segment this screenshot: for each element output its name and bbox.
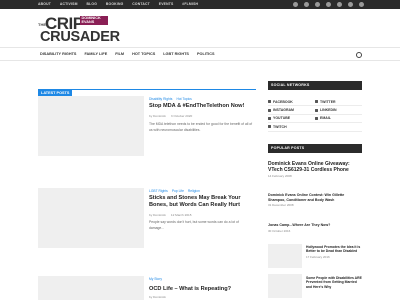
post-card: Disability Rights Hot Topics Stop MDA & … xyxy=(38,96,256,156)
post-card: My Story OCD Life – What is Repeating? b… xyxy=(38,276,256,300)
social-twitch[interactable]: TWITCH xyxy=(268,123,315,130)
social-label: YOUTUBE xyxy=(273,116,291,121)
linkedin-icon xyxy=(315,108,318,112)
email-icon xyxy=(315,116,318,120)
popular-post-item: Hollywood Promotes the Idea it is Better… xyxy=(306,245,362,259)
post-title[interactable]: OCD Life – What is Repeating? xyxy=(149,286,254,293)
top-nav-booking[interactable]: BOOKING xyxy=(101,0,127,9)
social-networks-label: SOCIAL NETWORKS xyxy=(271,83,310,87)
popular-post-title[interactable]: Some People with Disabilities ARE Preven… xyxy=(306,276,362,289)
post-category[interactable]: Pop Life xyxy=(172,189,184,193)
nav-film[interactable]: FILM xyxy=(111,48,128,61)
popular-post-item: Some People with Disabilities ARE Preven… xyxy=(306,276,362,289)
post-category[interactable]: LGBT Rights xyxy=(149,189,168,193)
nav-hot-topics[interactable]: HOT TOPICS xyxy=(128,48,159,61)
nav-politics[interactable]: POLITICS xyxy=(193,48,219,61)
top-nav: ABOUT ACTIVISM BLOG BOOKING CONTACT EVEN… xyxy=(38,0,203,9)
facebook-icon[interactable] xyxy=(293,2,298,7)
twitter-icon xyxy=(315,100,318,104)
top-nav-blog[interactable]: BLOG xyxy=(82,0,101,9)
search-icon[interactable] xyxy=(356,51,362,58)
post-date: 3 October 2020 xyxy=(170,114,193,118)
instagram-icon[interactable] xyxy=(315,2,320,7)
popular-post-title[interactable]: Dominick Evans Online Contest: Win Gille… xyxy=(268,193,362,202)
main-nav: DISABILITY RIGHTS FAMILY LIFE FILM HOT T… xyxy=(0,47,400,61)
social-label: TWITTER xyxy=(320,99,336,104)
post-card: LGBT Rights Pop Life Religion Sticks and… xyxy=(38,188,256,248)
post-date: 12 March 2015 xyxy=(170,213,192,217)
facebook-icon xyxy=(268,100,271,104)
social-networks-list: FACEBOOK TWITTER INSTAGRAM LINKEDIN YOUT… xyxy=(268,98,362,132)
social-networks-heading: SOCIAL NETWORKS xyxy=(268,81,362,90)
popular-post-featured: Dominick Evans Online Giveaway: VTech CS… xyxy=(268,161,362,178)
linkedin-icon[interactable] xyxy=(337,2,342,7)
popular-post-date: 30 October 2016 xyxy=(268,228,291,233)
popular-post-title[interactable]: Dominick Evans Online Giveaway: VTech CS… xyxy=(268,161,362,173)
post-category[interactable]: My Story xyxy=(149,277,162,281)
popular-post-thumbnail[interactable] xyxy=(268,274,302,298)
post-category[interactable]: Disability Rights xyxy=(149,97,172,101)
top-nav-flmish[interactable]: #FLMISH xyxy=(178,0,203,9)
email-icon[interactable] xyxy=(348,2,353,7)
post-title[interactable]: Stop MDA & #EndTheTelethon Now! xyxy=(149,103,254,110)
popular-post-title[interactable]: Jonas Camp...Where Are They Now? xyxy=(268,223,362,228)
popular-post-date: 14 February 2008 xyxy=(268,174,292,178)
post-excerpt: The MDA telethon needs to be ended for g… xyxy=(149,122,253,132)
social-facebook[interactable]: FACEBOOK xyxy=(268,98,315,105)
top-nav-contact[interactable]: CONTACT xyxy=(128,0,155,9)
popular-posts-label: POPULAR POSTS xyxy=(271,146,305,150)
latest-posts-heading: LATEST POSTS xyxy=(38,81,256,98)
twitch-icon xyxy=(268,125,271,129)
top-social-icons xyxy=(293,2,364,7)
logo-byline: DOMINICK EVANS xyxy=(80,15,108,26)
post-author[interactable]: by Dominick xyxy=(149,213,166,217)
nav-lgbt-rights[interactable]: LGBT RIGHTS xyxy=(159,48,193,61)
popular-post-date: 31 December 2008 xyxy=(268,203,294,208)
youtube-icon xyxy=(268,116,271,120)
nav-family-life[interactable]: FAMILY LIFE xyxy=(80,48,111,61)
top-nav-events[interactable]: EVENTS xyxy=(154,0,178,9)
post-title[interactable]: Sticks and Stones May Break Your Bones, … xyxy=(149,195,254,209)
social-twitter[interactable]: TWITTER xyxy=(315,98,362,105)
social-youtube[interactable]: YOUTUBE xyxy=(268,115,315,122)
popular-posts-heading: POPULAR POSTS xyxy=(268,144,362,153)
top-nav-about[interactable]: ABOUT xyxy=(38,0,55,9)
post-author[interactable]: by Dominick xyxy=(149,114,166,118)
post-excerpt: People say words don't hurt, but some wo… xyxy=(149,220,239,230)
social-label: INSTAGRAM xyxy=(273,108,294,113)
twitter-icon[interactable] xyxy=(304,2,309,7)
post-thumbnail[interactable] xyxy=(38,276,144,300)
nav-disability-rights[interactable]: DISABILITY RIGHTS xyxy=(38,48,80,61)
post-category[interactable]: Hot Topics xyxy=(176,97,191,101)
social-instagram[interactable]: INSTAGRAM xyxy=(268,106,315,113)
popular-post-date: 17 February 2016 xyxy=(306,254,330,259)
popular-post-thumbnail[interactable] xyxy=(268,244,302,268)
social-label: FACEBOOK xyxy=(273,99,293,104)
social-email[interactable]: EMAIL xyxy=(315,115,362,122)
popular-post-item: Jonas Camp...Where Are They Now? 30 Octo… xyxy=(268,223,362,233)
twitch-icon[interactable] xyxy=(359,2,364,7)
logo-crusader: CRUSADER xyxy=(40,29,120,45)
post-thumbnail[interactable] xyxy=(38,96,144,156)
social-label: EMAIL xyxy=(320,116,331,121)
post-author[interactable]: by Dominick xyxy=(149,295,166,299)
site-logo[interactable]: THE CRIP DOMINICK EVANS CRUSADER xyxy=(38,14,120,44)
top-nav-activism[interactable]: ACTIVISM xyxy=(55,0,82,9)
popular-post-item: Dominick Evans Online Contest: Win Gille… xyxy=(268,193,362,207)
social-label: LINKEDIN xyxy=(320,108,337,113)
popular-post-title[interactable]: Hollywood Promotes the Idea it is Better… xyxy=(306,245,362,254)
social-label: TWITCH xyxy=(273,124,287,129)
social-linkedin[interactable]: LINKEDIN xyxy=(315,106,362,113)
youtube-icon[interactable] xyxy=(326,2,331,7)
instagram-icon xyxy=(268,108,271,112)
post-category[interactable]: Religion xyxy=(188,189,200,193)
post-thumbnail[interactable] xyxy=(38,188,144,248)
